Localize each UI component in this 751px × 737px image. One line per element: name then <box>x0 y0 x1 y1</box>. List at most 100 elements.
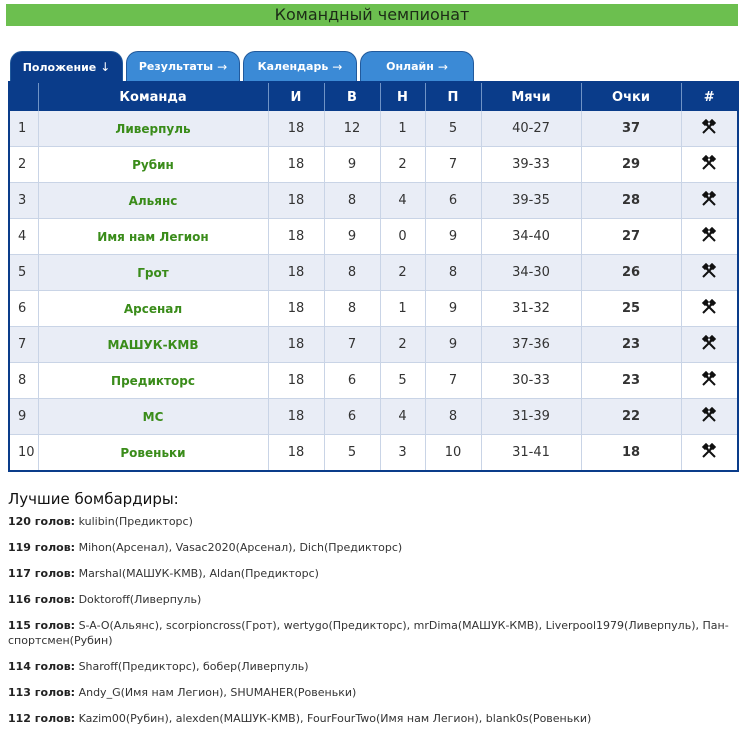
row-action-cell[interactable] <box>681 254 737 291</box>
header-won: В <box>324 83 381 111</box>
row-team-name[interactable]: МАШУК-КМВ <box>38 326 269 363</box>
row-team-name[interactable]: Арсенал <box>38 290 269 327</box>
header-goals: Мячи <box>481 83 582 111</box>
arrow-down-icon: ↓ <box>100 60 111 74</box>
hammer-pick-icon[interactable] <box>701 262 717 283</box>
row-action-cell[interactable] <box>681 434 737 470</box>
row-position: 2 <box>10 146 39 183</box>
table-row: 10 Ровеньки 18 5 3 10 31-41 18 <box>10 434 737 470</box>
table-row: 8 Предикторс 18 6 5 7 30-33 23 <box>10 362 737 399</box>
header-played: И <box>268 83 325 111</box>
tab-online[interactable]: Онлайн → <box>360 51 474 81</box>
row-points: 23 <box>581 362 682 399</box>
header-drawn: Н <box>380 83 426 111</box>
row-played: 18 <box>268 182 325 219</box>
row-points: 25 <box>581 290 682 327</box>
scorer-goals: 113 голов: <box>8 686 76 699</box>
row-action-cell[interactable] <box>681 398 737 435</box>
row-lost: 6 <box>425 182 482 219</box>
row-points: 18 <box>581 434 682 470</box>
hammer-pick-icon[interactable] <box>701 298 717 319</box>
hammer-pick-icon[interactable] <box>701 118 717 139</box>
row-drawn: 1 <box>380 290 426 327</box>
row-position: 4 <box>10 218 39 255</box>
row-action-cell[interactable] <box>681 290 737 327</box>
row-action-cell[interactable] <box>681 111 737 147</box>
hammer-pick-icon[interactable] <box>701 226 717 247</box>
row-goals: 34-30 <box>481 254 582 291</box>
row-played: 18 <box>268 362 325 399</box>
row-team-name[interactable]: Ливерпуль <box>38 111 269 147</box>
row-played: 18 <box>268 326 325 363</box>
row-played: 18 <box>268 434 325 470</box>
row-points: 29 <box>581 146 682 183</box>
row-position: 3 <box>10 182 39 219</box>
row-action-cell[interactable] <box>681 326 737 363</box>
row-points: 22 <box>581 398 682 435</box>
scorer-line: 116 голов: Doktoroff(Ливерпуль) <box>8 592 743 607</box>
table-header-row: Команда И В Н П Мячи Очки # <box>10 83 737 111</box>
hammer-pick-icon[interactable] <box>701 442 717 463</box>
scorer-players: Doktoroff(Ливерпуль) <box>78 593 202 606</box>
table-row: 9 MC 18 6 4 8 31-39 22 <box>10 398 737 435</box>
hammer-pick-icon[interactable] <box>701 154 717 175</box>
hammer-pick-icon[interactable] <box>701 334 717 355</box>
row-team-name[interactable]: MC <box>38 398 269 435</box>
row-won: 12 <box>324 111 381 147</box>
scorer-line: 120 голов: kulibin(Предикторс) <box>8 514 743 529</box>
hammer-pick-icon[interactable] <box>701 190 717 211</box>
row-goals: 37-36 <box>481 326 582 363</box>
row-position: 1 <box>10 111 39 147</box>
row-position: 9 <box>10 398 39 435</box>
hammer-pick-icon[interactable] <box>701 406 717 427</box>
row-action-cell[interactable] <box>681 182 737 219</box>
scorer-goals: 120 голов: <box>8 515 76 528</box>
table-row: 1 Ливерпуль 18 12 1 5 40-27 37 <box>10 111 737 147</box>
row-played: 18 <box>268 218 325 255</box>
row-lost: 7 <box>425 362 482 399</box>
table-row: 4 Имя нам Легион 18 9 0 9 34-40 27 <box>10 218 737 255</box>
row-action-cell[interactable] <box>681 146 737 183</box>
row-team-name[interactable]: Ровеньки <box>38 434 269 470</box>
scorer-goals: 115 голов: <box>8 619 76 632</box>
tab-label: Календарь <box>257 60 329 73</box>
row-drawn: 4 <box>380 398 426 435</box>
scorer-line: 119 голов: Mihon(Арсенал), Vasac2020(Арс… <box>8 540 743 555</box>
row-goals: 30-33 <box>481 362 582 399</box>
row-team-name[interactable]: Грот <box>38 254 269 291</box>
row-action-cell[interactable] <box>681 218 737 255</box>
tab-label: Положение <box>22 60 97 74</box>
scorer-players: kulibin(Предикторс) <box>78 515 193 528</box>
row-goals: 39-35 <box>481 182 582 219</box>
row-team-name[interactable]: Предикторс <box>38 362 269 399</box>
tab-standings[interactable]: Положение ↓ <box>10 51 123 82</box>
tab-results[interactable]: Результаты → <box>126 51 240 81</box>
scorer-line: 115 голов: S-A-O(Альянс), scorpioncross(… <box>8 618 743 648</box>
page-title: Командный чемпионат <box>6 4 738 26</box>
scorer-goals: 116 голов: <box>8 593 76 606</box>
row-position: 6 <box>10 290 39 327</box>
row-won: 5 <box>324 434 381 470</box>
row-drawn: 2 <box>380 254 426 291</box>
row-points: 28 <box>581 182 682 219</box>
row-team-name[interactable]: Имя нам Легион <box>38 218 269 255</box>
tab-calendar[interactable]: Календарь → <box>243 51 357 81</box>
arrow-right-icon: → <box>437 59 448 74</box>
arrow-right-icon: → <box>217 59 228 74</box>
row-played: 18 <box>268 290 325 327</box>
hammer-pick-icon[interactable] <box>701 370 717 391</box>
row-goals: 40-27 <box>481 111 582 147</box>
row-position: 5 <box>10 254 39 291</box>
scorer-players: Sharoff(Предикторс), бобер(Ливерпуль) <box>78 660 309 673</box>
row-action-cell[interactable] <box>681 362 737 399</box>
scorer-goals: 112 голов: <box>8 712 76 725</box>
row-goals: 34-40 <box>481 218 582 255</box>
row-position: 7 <box>10 326 39 363</box>
row-points: 27 <box>581 218 682 255</box>
table-row: 2 Рубин 18 9 2 7 39-33 29 <box>10 146 737 183</box>
row-lost: 9 <box>425 326 482 363</box>
row-played: 18 <box>268 146 325 183</box>
tab-label: Результаты <box>138 60 214 73</box>
row-team-name[interactable]: Альянс <box>38 182 269 219</box>
row-team-name[interactable]: Рубин <box>38 146 269 183</box>
